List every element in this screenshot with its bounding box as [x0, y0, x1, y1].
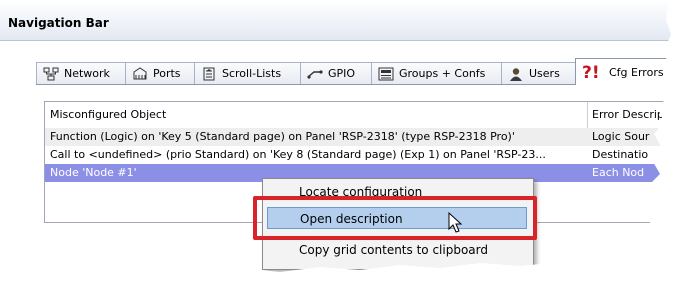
tab-gpio[interactable]: GPIO	[300, 62, 372, 84]
window-title: Navigation Bar	[8, 16, 109, 30]
column-header-object[interactable]: Misconfigured Object	[47, 102, 587, 126]
table-row[interactable]: Call to <undefined> (prio Standard) on '…	[45, 146, 685, 164]
cell-object: Call to <undefined> (prio Standard) on '…	[50, 148, 546, 161]
tab-groups-confs[interactable]: Groups + Confs	[371, 62, 502, 84]
gpio-icon	[307, 67, 323, 81]
cell-object: Function (Logic) on 'Key 5 (Standard pag…	[50, 130, 515, 143]
tab-cfg-errors[interactable]: ?! Cfg Errors	[575, 58, 675, 85]
title-bar: Navigation Bar	[0, 0, 694, 41]
tab-network[interactable]: Network	[36, 62, 126, 84]
tab-scroll-lists[interactable]: Scroll-Lists	[194, 62, 301, 84]
table-row[interactable]: Function (Logic) on 'Key 5 (Standard pag…	[45, 128, 685, 146]
app-window: Navigation Bar Network Ports Scroll-List…	[0, 0, 694, 285]
tab-label: Ports	[153, 67, 181, 80]
tab-users[interactable]: Users	[501, 62, 576, 84]
tab-label: Users	[529, 67, 560, 80]
tab-label: GPIO	[328, 67, 356, 80]
tab-strip: Network Ports Scroll-Lists GPIO Groups +…	[36, 56, 694, 84]
network-icon	[43, 67, 59, 81]
scroll-lists-icon	[201, 67, 217, 81]
tab-ports[interactable]: Ports	[125, 62, 195, 84]
mouse-pointer-icon	[448, 212, 464, 234]
grid-header: Misconfigured Object Error Descrip	[45, 102, 685, 126]
highlight-callout	[253, 196, 537, 240]
tab-label: Network	[64, 67, 110, 80]
groups-confs-icon	[378, 67, 394, 81]
svg-text:?!: ?!	[582, 63, 600, 81]
ports-icon	[132, 67, 148, 81]
tab-label: Groups + Confs	[399, 67, 486, 80]
users-icon	[508, 67, 524, 81]
tab-label: Cfg Errors	[609, 65, 664, 79]
menu-item-copy-grid[interactable]: Copy grid contents to clipboard	[299, 239, 488, 261]
tab-label: Scroll-Lists	[222, 67, 282, 80]
cfg-errors-icon: ?!	[582, 63, 604, 81]
